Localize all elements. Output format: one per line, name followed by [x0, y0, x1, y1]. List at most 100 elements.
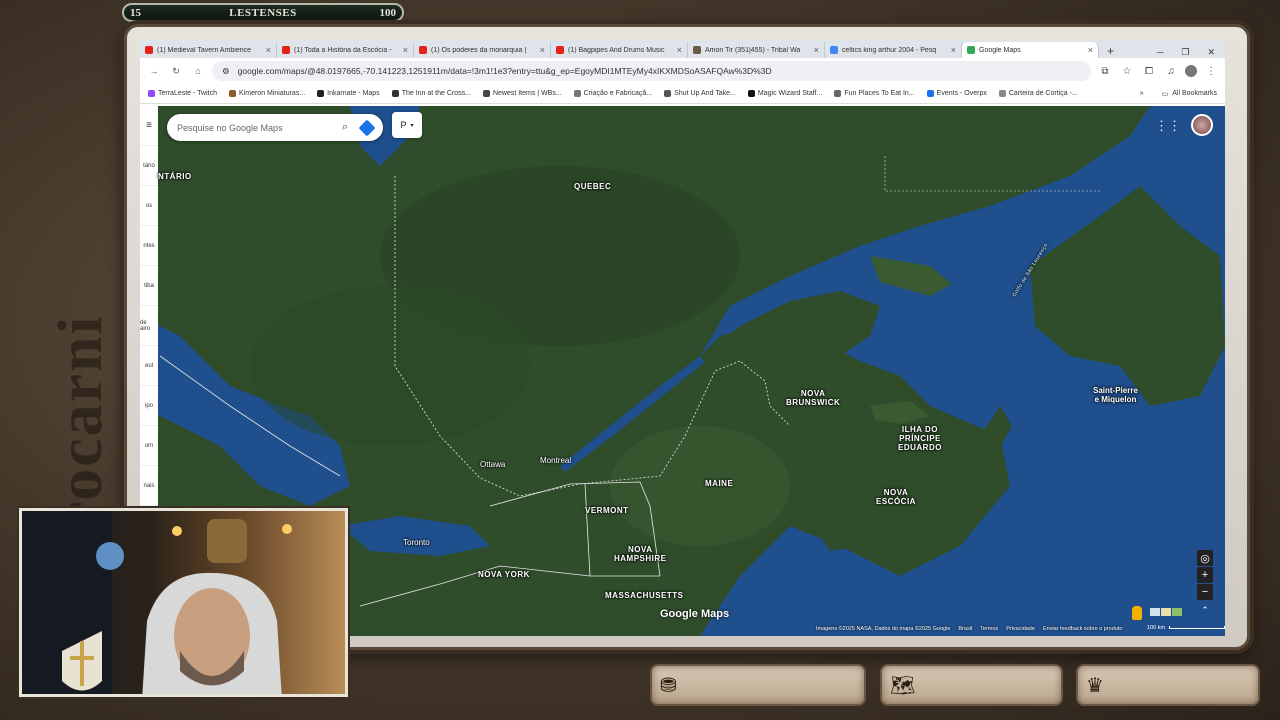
close-window-icon[interactable]: ✕: [1207, 47, 1215, 58]
address-bar[interactable]: ⚙ google.com/maps/@48.0197665,-70.141223…: [212, 61, 1091, 81]
tab-favicon-icon: [967, 46, 975, 54]
bookmark-item[interactable]: Fun Places To Eat In...: [834, 90, 915, 97]
stream-xp-bar: 15 LESTENSES 100: [122, 3, 404, 22]
region-saint-pierre: Saint-Pierre e Miquelon: [1093, 386, 1138, 404]
bookmark-item[interactable]: Magic Wizard Staff...: [747, 90, 823, 97]
region-ontario: NTÁRIO: [158, 172, 192, 181]
side-rail-item[interactable]: nais: [140, 466, 158, 506]
zoom-in-button[interactable]: +: [1197, 567, 1213, 583]
side-rail-item[interactable]: ntes: [140, 226, 158, 266]
imagery-attribution: Imagens ©2025 NASA, Dados do mapa ©2025 …: [816, 626, 951, 632]
tab-favicon-icon: [145, 46, 153, 54]
footer-link[interactable]: Privacidade: [1006, 626, 1035, 632]
site-info-icon[interactable]: ⚙: [222, 66, 230, 77]
search-icon[interactable]: ⌕: [337, 121, 353, 134]
street-view-pegman-icon[interactable]: [1132, 606, 1142, 620]
region-quebec: QUEBEC: [574, 182, 612, 191]
close-tab-icon[interactable]: ×: [403, 45, 408, 55]
expand-chevron-icon[interactable]: ⌃: [1197, 602, 1213, 618]
menu-icon[interactable]: ≡: [140, 106, 158, 146]
side-rail-item[interactable]: ipo: [140, 386, 158, 426]
close-tab-icon[interactable]: ×: [1088, 45, 1093, 55]
side-rail-item[interactable]: de airo: [140, 306, 158, 346]
close-tab-icon[interactable]: ×: [951, 45, 956, 55]
new-tab-button[interactable]: +: [1099, 44, 1122, 58]
close-tab-icon[interactable]: ×: [540, 45, 545, 55]
close-tab-icon[interactable]: ×: [677, 45, 682, 55]
directions-icon[interactable]: [358, 119, 376, 136]
browser-tab[interactable]: Google Maps ×: [962, 42, 1099, 58]
google-apps-icon[interactable]: ⋮⋮: [1155, 118, 1181, 134]
bookmark-favicon-icon: [573, 90, 581, 97]
bookmark-favicon-icon: [148, 90, 155, 97]
bookmark-label: Newest Items | WBs...: [492, 90, 562, 97]
bookmark-star-icon[interactable]: ☆: [1119, 66, 1135, 77]
region-nova-scotia: NOVA ESCÓCIA: [876, 488, 916, 506]
region-new-york: NOVA YORK: [478, 570, 530, 579]
coins-button[interactable]: ⛃: [650, 664, 866, 706]
all-bookmarks-label: All Bookmarks: [1172, 90, 1217, 97]
maps-search-box[interactable]: ⌕: [167, 114, 383, 141]
menu-kebab-icon[interactable]: ⋮: [1203, 66, 1219, 77]
bookmarks-bar: TerraLeste - Twitch Kimeron Miniaturas...…: [140, 84, 1225, 104]
browser-tab[interactable]: (1) Medieval Tavern Ambience ×: [140, 42, 277, 58]
bookmark-item[interactable]: Criação e Fabricaçã...: [573, 90, 652, 97]
map-button[interactable]: 🗺: [880, 664, 1063, 706]
layer-chip[interactable]: P ▾: [392, 112, 422, 138]
url-text: google.com/maps/@48.0197665,-70.141223,1…: [237, 66, 772, 76]
bookmark-label: Kimeron Miniaturas...: [239, 90, 306, 97]
bookmark-item[interactable]: Inkarnate - Maps: [317, 90, 380, 97]
all-bookmarks-button[interactable]: » ▭ All Bookmarks: [1140, 90, 1217, 98]
zoom-out-button[interactable]: −: [1197, 584, 1213, 600]
media-controls-icon[interactable]: ♫: [1163, 66, 1179, 77]
bookmark-label: Shut Up And Take...: [674, 90, 736, 97]
bookmark-favicon-icon: [391, 90, 399, 97]
bookmark-favicon-icon: [482, 90, 490, 97]
side-rail-item[interactable]: tiba: [140, 266, 158, 306]
crown-button[interactable]: ♛: [1076, 664, 1260, 706]
footer-link[interactable]: Termos: [980, 626, 998, 632]
footer-link[interactable]: Brasil: [958, 626, 972, 632]
overflow-chevron-icon[interactable]: »: [1140, 90, 1144, 97]
side-rail-item[interactable]: om: [140, 426, 158, 466]
footer-link[interactable]: Enviar feedback sobre o produto: [1043, 626, 1123, 632]
bookmark-item[interactable]: Events - Overpx: [926, 90, 987, 97]
minimize-icon[interactable]: ─: [1157, 47, 1163, 58]
maximize-icon[interactable]: ❐: [1181, 47, 1189, 58]
close-tab-icon[interactable]: ×: [266, 45, 271, 55]
bookmark-item[interactable]: Newest Items | WBs...: [482, 90, 562, 97]
close-tab-icon[interactable]: ×: [814, 45, 819, 55]
search-input[interactable]: [177, 122, 331, 133]
bookmark-item[interactable]: Shut Up And Take...: [664, 90, 736, 97]
browser-tab[interactable]: (1) Bagpipes And Drums Music ×: [551, 42, 688, 58]
forward-icon[interactable]: →: [146, 66, 162, 76]
profile-avatar[interactable]: [1185, 65, 1197, 77]
bookmark-label: Inkarnate - Maps: [327, 90, 380, 97]
region-pei: ILHA DO PRÍNCIPE EDUARDO: [898, 425, 942, 452]
side-rail-item[interactable]: tário: [140, 146, 158, 186]
browser-tab[interactable]: (1) Toda a História da Escócia - ×: [277, 42, 414, 58]
reload-icon[interactable]: ↻: [168, 66, 184, 77]
browser-tab[interactable]: (1) Os poderes da monarquia | ×: [414, 42, 551, 58]
extensions-icon[interactable]: ⧠: [1141, 66, 1157, 77]
account-avatar[interactable]: [1191, 114, 1213, 136]
bookmark-item[interactable]: The Inn at the Cross...: [391, 90, 471, 97]
city-toronto: Toronto: [403, 538, 430, 547]
side-rail-item[interactable]: os: [140, 186, 158, 226]
layer-chip-label: P: [400, 120, 407, 130]
side-rail-item[interactable]: eul: [140, 346, 158, 386]
tab-title: Google Maps: [979, 46, 1021, 54]
install-app-icon[interactable]: ⧉: [1097, 66, 1113, 77]
home-icon[interactable]: ⌂: [190, 66, 206, 76]
browser-tab[interactable]: Amon Tir (351|455) - Tribal Wa ×: [688, 42, 825, 58]
bookmark-item[interactable]: Kimeron Miniaturas...: [229, 90, 305, 97]
my-location-icon[interactable]: ◎: [1197, 550, 1213, 566]
window-controls: ─ ❐ ✕: [1157, 47, 1225, 58]
bookmark-item[interactable]: Carteira de Cortiça -...: [998, 90, 1078, 97]
tab-title: (1) Toda a História da Escócia -: [294, 46, 392, 54]
layer-thumbnails[interactable]: [1150, 608, 1182, 616]
bookmark-item[interactable]: TerraLeste - Twitch: [148, 90, 217, 97]
bookmark-favicon-icon: [998, 90, 1006, 97]
browser-tab[interactable]: celtics king arthur 2004 - Pesq ×: [825, 42, 962, 58]
bookmark-label: Magic Wizard Staff...: [757, 90, 823, 97]
